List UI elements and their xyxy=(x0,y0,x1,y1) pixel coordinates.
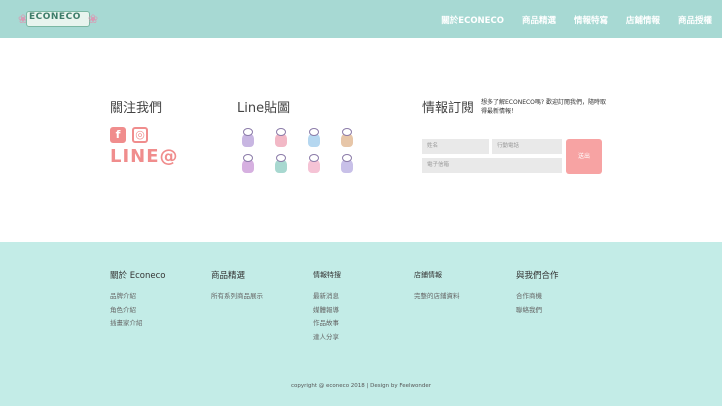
newsletter-description: 想多了解ECONECO嗎? 歡迎訂閱我們，隨時取得最新情報！ xyxy=(481,99,606,115)
site-header: ❀ ECONECO ❀ 關於ECONECO 商品精選 情報特寫 店鋪情報 商品授… xyxy=(0,0,722,38)
footer-col-info: 情報特搜 最新消息 媒體報導 作品故事 達人分享 xyxy=(313,269,341,344)
footer-link[interactable]: 合作商機 xyxy=(516,290,559,304)
nav-stores[interactable]: 店鋪情報 xyxy=(626,14,660,26)
nav-products[interactable]: 商品精選 xyxy=(522,14,556,26)
copyright-text: copyright @ econeco 2018 | Design by Fee… xyxy=(290,383,432,389)
sticker-head xyxy=(243,154,253,162)
email-field[interactable]: 電子信箱 xyxy=(422,158,562,173)
sticker-head xyxy=(276,154,286,162)
footer-col-title: 店鋪情報 xyxy=(414,271,442,279)
line-sticker-image[interactable] xyxy=(237,127,259,149)
footer-link[interactable]: 品牌介紹 xyxy=(110,290,165,304)
footer-link[interactable]: 達人分享 xyxy=(313,331,341,345)
social-icons: f ◎ xyxy=(110,127,148,143)
logo-text: ECONECO xyxy=(29,12,81,22)
site-footer: 關於 Econeco 品牌介紹 角色介紹 插畫家介紹 商品精選 所有系列商品展示… xyxy=(0,242,722,406)
footer-link[interactable]: 最新消息 xyxy=(313,290,341,304)
nav-features[interactable]: 情報特寫 xyxy=(574,14,608,26)
nav-licensing[interactable]: 商品授權 xyxy=(678,14,712,26)
line-sticker-image[interactable] xyxy=(303,127,325,149)
footer-link[interactable]: 作品故事 xyxy=(313,317,341,331)
phone-field[interactable]: 行動電話 xyxy=(492,139,562,154)
footer-col-title: 關於 Econeco xyxy=(110,271,166,281)
sticker-head xyxy=(342,128,352,136)
footer-link[interactable]: 插畫家介紹 xyxy=(110,317,165,331)
footer-link[interactable]: 聯絡我們 xyxy=(516,304,559,318)
footer-col-about: 關於 Econeco 品牌介紹 角色介紹 插畫家介紹 xyxy=(110,269,165,331)
sticker-head xyxy=(309,128,319,136)
follow-title: 關注我們 xyxy=(110,101,163,116)
sticker-head xyxy=(243,128,253,136)
line-sticker-image[interactable] xyxy=(270,127,292,149)
footer-link[interactable]: 角色介紹 xyxy=(110,304,165,318)
main-nav: 關於ECONECO 商品精選 情報特寫 店鋪情報 商品授權 xyxy=(441,14,712,26)
footer-link[interactable]: 完整的店鋪資料 xyxy=(414,290,460,304)
line-stickers-title: Line貼圖 xyxy=(237,101,291,116)
facebook-icon[interactable]: f xyxy=(110,127,126,143)
leaf-decoration-icon: ❀ xyxy=(88,12,99,26)
send-button[interactable]: 送出 xyxy=(566,139,602,174)
sticker-grid xyxy=(237,127,357,175)
footer-col-products: 商品精選 所有系列商品展示 xyxy=(211,269,263,304)
footer-link[interactable]: 所有系列商品展示 xyxy=(211,290,263,304)
footer-col-stores: 店鋪情報 完整的店鋪資料 xyxy=(414,269,460,304)
footer-col-title: 與我們合作 xyxy=(516,271,559,281)
footer-link[interactable]: 媒體報導 xyxy=(313,304,341,318)
econeco-logo[interactable]: ❀ ECONECO ❀ xyxy=(18,6,98,32)
line-sticker-image[interactable] xyxy=(303,153,325,175)
instagram-icon[interactable]: ◎ xyxy=(132,127,148,143)
footer-col-title: 情報特搜 xyxy=(313,271,341,279)
line-sticker-image[interactable] xyxy=(270,153,292,175)
footer-col-title: 商品精選 xyxy=(211,271,246,281)
nav-about[interactable]: 關於ECONECO xyxy=(441,14,504,26)
line-at-link[interactable]: LINE@ xyxy=(110,146,179,167)
sticker-head xyxy=(342,154,352,162)
newsletter-title: 情報訂閱 xyxy=(422,101,475,116)
footer-col-cooperate: 與我們合作 合作商機 聯絡我們 xyxy=(516,269,559,317)
line-sticker-image[interactable] xyxy=(237,153,259,175)
sticker-head xyxy=(276,128,286,136)
name-field[interactable]: 姓名 xyxy=(422,139,489,154)
sticker-head xyxy=(309,154,319,162)
line-sticker-image[interactable] xyxy=(336,153,358,175)
line-sticker-image[interactable] xyxy=(336,127,358,149)
